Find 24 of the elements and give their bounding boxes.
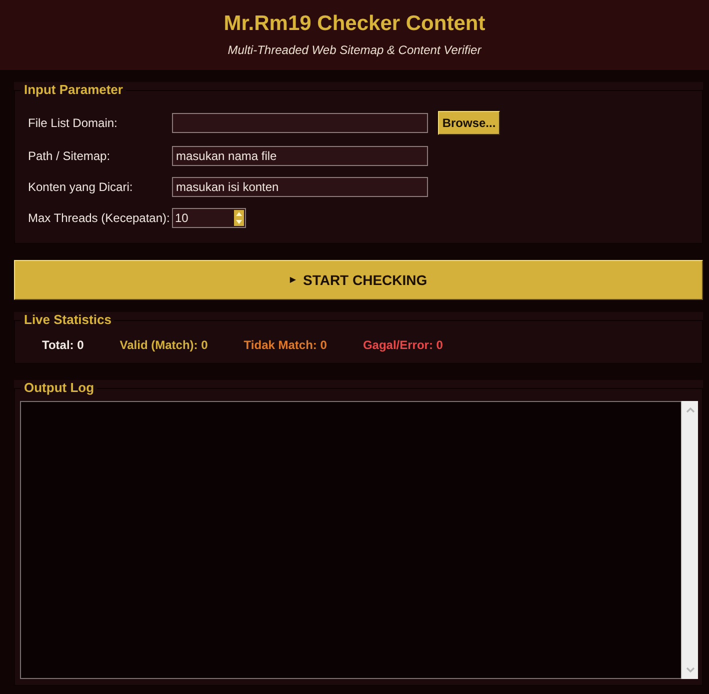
statistic-count: Total: 0 xyxy=(42,338,84,352)
section-title: Input Parameter xyxy=(23,82,124,98)
scroll-down-icon[interactable] xyxy=(686,667,694,673)
statistic-count: Gagal/Error: 0 xyxy=(362,338,443,352)
file-path-field[interactable] xyxy=(172,113,428,133)
spin-down-icon[interactable] xyxy=(234,218,244,226)
field-label: Max Threads (Kecepatan): xyxy=(28,211,171,225)
section-title: Live Statistics xyxy=(23,312,112,328)
text-field[interactable]: masukan nama file xyxy=(172,146,428,166)
app-subtitle: Multi-Threaded Web Sitemap & Content Verifier xyxy=(228,43,482,57)
field-label: Konten yang Dicari: xyxy=(28,180,134,194)
scrollbar[interactable] xyxy=(681,401,698,679)
app-title: Mr.Rm19 Checker Content xyxy=(224,12,486,36)
start-button[interactable]: ▶ START CHECKING xyxy=(14,260,703,300)
browse-button[interactable]: Browse... xyxy=(438,111,500,135)
play-icon: ▶ xyxy=(290,276,296,284)
section-title: Output Log xyxy=(23,380,96,396)
spin-up-icon[interactable] xyxy=(234,210,244,218)
field-label: Path / Sitemap: xyxy=(28,149,112,163)
scroll-up-icon[interactable] xyxy=(686,407,694,413)
text-field[interactable]: masukan isi konten xyxy=(172,177,428,197)
field-label: File List Domain: xyxy=(28,116,118,130)
statistic-count: Valid (Match): 0 xyxy=(120,338,208,352)
statistic-count: Tidak Match: 0 xyxy=(244,338,327,352)
